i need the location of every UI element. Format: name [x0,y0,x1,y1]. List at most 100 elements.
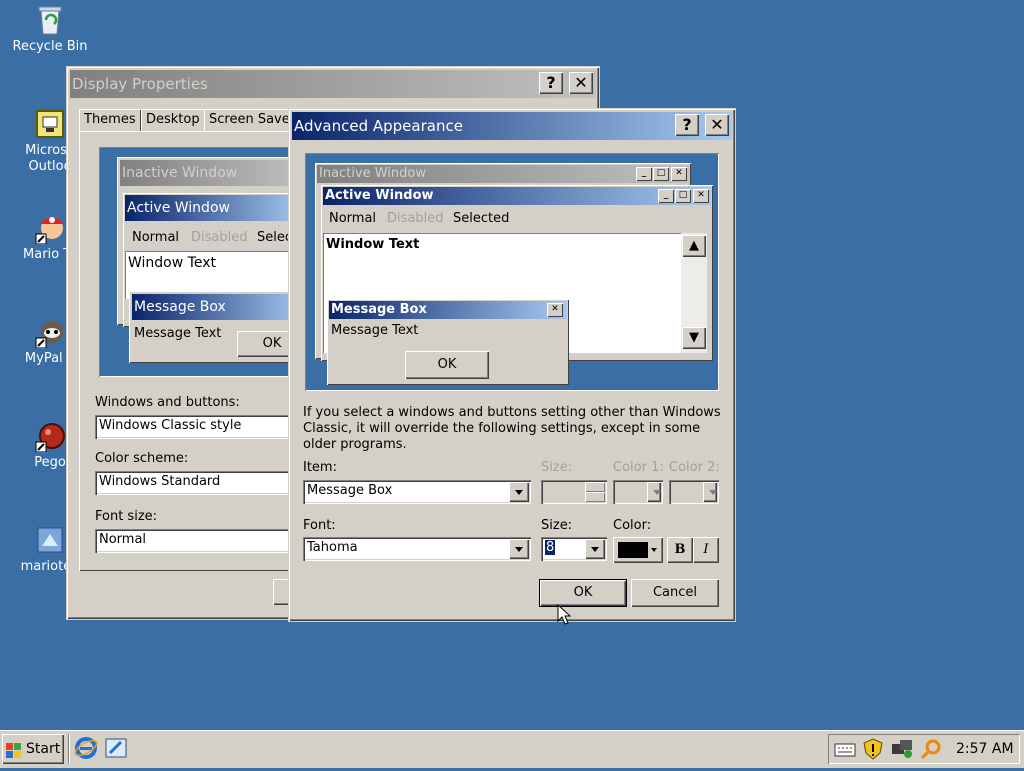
item-select[interactable]: Message Box [303,480,531,504]
preview-active-title: Active Window [125,195,305,221]
color2-picker [669,480,719,504]
cancel-button[interactable]: Cancel [631,579,719,607]
font-select[interactable]: Tahoma [303,537,531,561]
preview-menu-selected: Selec [257,230,293,245]
close-icon: ✕ [671,167,687,181]
mario-icon [34,212,66,245]
advanced-appearance-titlebar[interactable]: Advanced Appearance [292,112,732,140]
preview-message-box: Message Box Message Text OK [129,291,307,363]
preview-ok-button: OK [405,351,489,379]
font-size-select[interactable]: 8 [541,537,607,561]
start-button[interactable]: Start [2,734,64,764]
color1-label: Color 1: [613,460,664,475]
help-button[interactable]: ? [539,72,563,94]
color2-label: Color 2: [669,460,720,475]
close-icon: ✕ [693,189,709,203]
windows-buttons-select[interactable]: Windows Classic style [95,415,295,439]
scroll-up-icon: ▲ [682,235,706,257]
close-button[interactable]: ✕ [705,114,729,136]
info-text: If you select a windows and buttons sett… [303,405,721,452]
preview-window-text: Window Text [326,237,420,252]
mouse-cursor [557,603,572,630]
mypal-icon [34,316,66,349]
windows-logo-icon [6,741,22,758]
preview-menu-normal: Normal [132,230,180,245]
preview-menu-disabled: Disabled [387,211,444,226]
keyboard-icon[interactable] [834,739,856,759]
preview-message-box: Message Box ✕ Message Text OK [327,299,569,385]
chevron-down-icon[interactable] [509,539,529,559]
preview-inactive-title-text: Inactive Window [319,166,426,181]
start-label: Start [26,741,61,757]
font-label: Font: [303,518,336,533]
desktop-icon-label: Recycle Bin [12,39,88,54]
help-button[interactable]: ? [675,114,699,136]
chevron-down-icon[interactable] [509,482,529,502]
preview-msgbox-title: Message Box ✕ [329,301,567,319]
bold-button[interactable]: B [667,537,693,563]
color-scheme-select[interactable]: Windows Standard [95,471,295,495]
chevron-down-icon [703,482,717,502]
font-color-label: Color: [613,518,652,533]
outlook-icon [34,108,66,140]
window-title: Display Properties [72,75,208,93]
display-properties-titlebar[interactable]: Display Properties [70,70,596,98]
ok-button[interactable]: OK [539,579,627,607]
preview-menu-normal: Normal [329,211,377,226]
font-color-swatch [618,542,648,558]
close-button[interactable]: ✕ [569,72,593,94]
close-icon: ✕ [547,303,563,317]
tab-screensaver[interactable]: Screen Save [204,109,295,131]
dialog-title: Advanced Appearance [294,117,463,135]
show-desktop-icon[interactable] [104,736,128,760]
item-size-spinner [541,480,607,504]
font-size-value: 8 [545,540,556,555]
preview-scrollbar: ▲ ▼ [681,233,707,353]
pego-icon [34,420,66,453]
scroll-down-icon: ▼ [682,327,706,349]
chevron-down-icon[interactable] [585,539,605,559]
search-icon[interactable] [920,738,942,760]
maximize-icon: □ [675,189,691,203]
spin-up-icon [585,482,605,492]
preview-msgbox-title: Message Box [132,294,307,320]
system-tray: 2:57 AM [828,734,1020,764]
installer-icon [34,524,66,556]
preview-menu-selected: Selected [453,211,510,226]
preview-window-text: Window Text [128,255,216,271]
font-size-select[interactable]: Normal [95,529,295,553]
italic-button[interactable]: I [693,537,719,563]
advanced-preview[interactable]: Inactive Window _ □ ✕ Active Window _ □ … [305,153,719,391]
minimize-icon: _ [658,189,674,203]
preview-msgbox-title-text: Message Box [331,302,427,317]
item-size-label: Size: [541,460,573,475]
network-icon[interactable] [890,738,914,760]
ie-icon[interactable] [74,736,98,760]
item-select-value: Message Box [307,483,393,498]
quick-launch-separator [68,734,70,764]
clock[interactable]: 2:57 AM [956,741,1014,757]
color-scheme-label: Color scheme: [95,451,189,466]
color1-picker [613,480,663,504]
font-color-picker[interactable] [613,537,663,563]
preview-active-title: Active Window _ □ ✕ [323,187,711,205]
taskbar: Start 2:57 AM [0,730,1024,768]
advanced-appearance-dialog: Advanced Appearance ? ✕ Inactive Window … [288,108,736,622]
spin-down-icon [585,492,605,502]
preview-inactive-title: Inactive Window _ □ ✕ [317,165,689,183]
tab-themes[interactable]: Themes [79,109,141,131]
security-shield-icon[interactable] [862,738,884,760]
preview-msgbox-text: Message Text [134,326,222,341]
maximize-icon: □ [653,167,669,181]
windows-buttons-label: Windows and buttons: [95,395,240,410]
desktop-icon-recycle-bin[interactable]: Recycle Bin [8,4,92,55]
chevron-down-icon [651,548,657,552]
item-label: Item: [303,460,337,475]
preview-active-title-text: Active Window [325,188,434,203]
chevron-down-icon [647,482,661,502]
font-size-label: Size: [541,518,573,533]
preview-menu-disabled: Disabled [191,230,248,245]
font-size-label: Font size: [95,509,158,524]
recycle-bin-icon [34,4,66,36]
tab-desktop[interactable]: Desktop [141,109,205,131]
